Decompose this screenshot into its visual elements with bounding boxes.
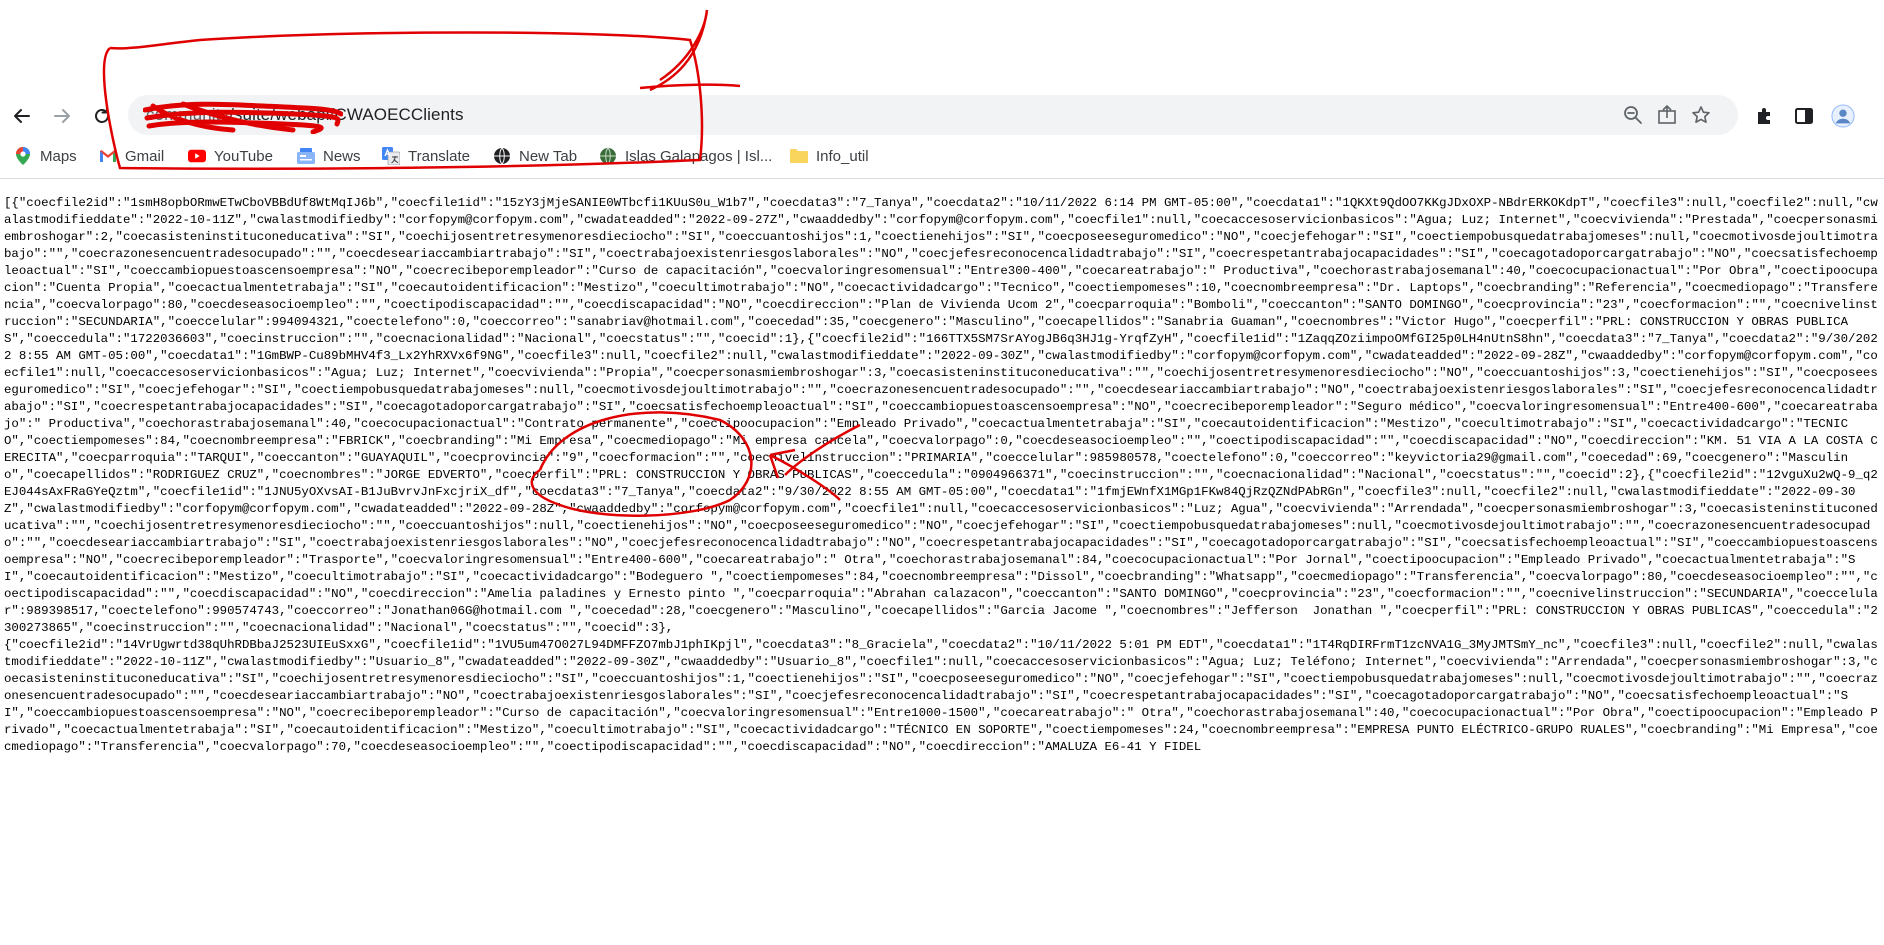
side-panel-icon (1795, 108, 1813, 124)
bookmark-youtube[interactable]: YouTube (188, 145, 273, 167)
reload-button[interactable] (85, 99, 119, 133)
bookmark-new-tab[interactable]: New Tab (493, 145, 577, 167)
puzzle-icon (1758, 108, 1770, 124)
globe-icon (599, 147, 617, 165)
arrow-left-icon (14, 109, 30, 123)
bookmark-translate[interactable]: Translate (382, 145, 470, 167)
toolbar-divider (0, 178, 1884, 179)
bookmark-label: New Tab (519, 147, 578, 165)
bookmark-maps[interactable]: Maps (14, 145, 77, 167)
bookmark-label: Info_util (816, 147, 869, 165)
bookmark-label: Translate (408, 147, 470, 165)
address-bar[interactable]: community/suite/webapi/CWAOECClients (128, 95, 1738, 135)
json-response-body: [{"coecfile2id":"1smH8opbORmwETwCboVBBdU… (4, 195, 1880, 940)
profile-icon (1831, 104, 1855, 128)
bookmark-label: News (323, 147, 361, 165)
folder-icon (790, 147, 808, 165)
bookmark-label: YouTube (214, 147, 273, 165)
gmail-icon (99, 147, 117, 165)
bookmarks-bar: Maps Gmail YouTube News Translate New Ta… (0, 140, 1884, 172)
zoom-out-button[interactable] (1622, 104, 1644, 126)
bookmark-label: Maps (40, 147, 77, 165)
youtube-icon (188, 147, 206, 165)
bookmark-label: Islas Galapagos | Isl... (625, 147, 773, 165)
zoom-out-icon (1624, 106, 1642, 124)
maps-pin-icon (14, 147, 32, 165)
extensions-button[interactable] (1753, 104, 1777, 128)
reload-icon (95, 107, 109, 123)
news-icon (297, 147, 315, 165)
bookmark-islas-galapagos[interactable]: Islas Galapagos | Isl... (599, 145, 772, 167)
json-text: [{"coecfile2id":"1smH8opbORmwETwCboVBBdU… (4, 196, 1878, 754)
redaction-scribble (142, 100, 344, 135)
bookmark-info-util[interactable]: Info_util (790, 145, 869, 167)
bookmark-star-button[interactable] (1690, 104, 1712, 126)
share-button[interactable] (1656, 104, 1678, 126)
profile-button[interactable] (1831, 104, 1855, 128)
back-button[interactable] (5, 99, 39, 133)
arrow-right-icon (54, 109, 70, 123)
side-panel-button[interactable] (1792, 104, 1816, 128)
translate-icon (382, 147, 400, 165)
bookmark-label: Gmail (125, 147, 165, 165)
forward-button[interactable] (45, 99, 79, 133)
globe-icon (493, 147, 511, 165)
bookmark-news[interactable]: News (297, 145, 361, 167)
star-icon (1692, 106, 1710, 123)
bookmark-gmail[interactable]: Gmail (99, 145, 164, 167)
share-icon (1658, 105, 1676, 124)
top-blank-area (0, 0, 1884, 95)
